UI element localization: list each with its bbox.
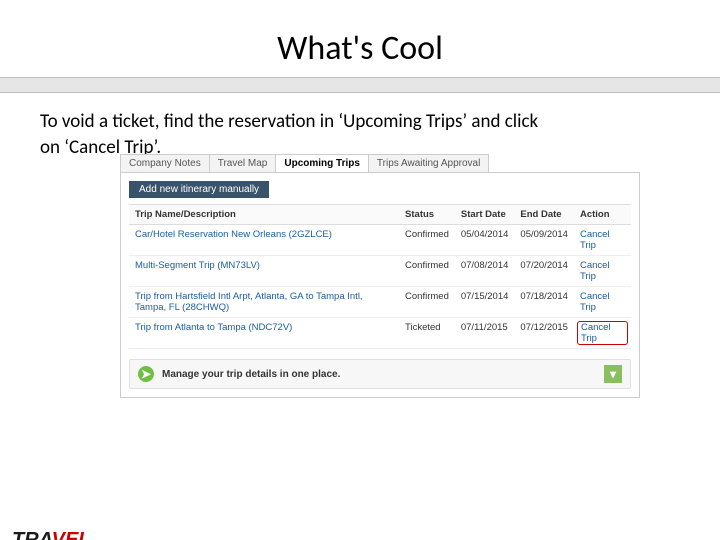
cancel-trip-link[interactable]: Cancel Trip — [574, 256, 631, 287]
info-icon: ➤ — [138, 366, 154, 382]
table-header-row: Trip Name/Description Status Start Date … — [129, 205, 631, 225]
body-text: To void a ticket, find the reservation i… — [40, 109, 680, 160]
trip-status: Confirmed — [399, 256, 455, 287]
col-status: Status — [399, 205, 455, 225]
tab-bar: Company Notes Travel Map Upcoming Trips … — [120, 154, 640, 173]
app-screenshot: Company Notes Travel Map Upcoming Trips … — [120, 154, 640, 398]
trip-name-link[interactable]: Trip from Atlanta to Tampa (NDC72V) — [129, 318, 399, 349]
cancel-trip-link[interactable]: Cancel Trip — [574, 287, 631, 318]
divider — [0, 77, 720, 93]
table-row: Multi-Segment Trip (MN73LV) Confirmed 07… — [129, 256, 631, 287]
tab-panel: Add new itinerary manually Trip Name/Des… — [120, 173, 640, 398]
trip-start: 07/15/2014 — [455, 287, 515, 318]
trip-name-link[interactable]: Car/Hotel Reservation New Orleans (2GZLC… — [129, 225, 399, 256]
trip-end: 07/12/2015 — [514, 318, 574, 349]
add-itinerary-button[interactable]: Add new itinerary manually — [129, 181, 269, 198]
trips-table: Trip Name/Description Status Start Date … — [129, 204, 631, 349]
trip-end: 05/09/2014 — [514, 225, 574, 256]
trip-status: Confirmed — [399, 287, 455, 318]
dropdown-icon[interactable]: ▾ — [604, 365, 622, 383]
tab-awaiting-approval[interactable]: Trips Awaiting Approval — [368, 154, 489, 172]
table-row: Car/Hotel Reservation New Orleans (2GZLC… — [129, 225, 631, 256]
table-row: Trip from Hartsfield Intl Arpt, Atlanta,… — [129, 287, 631, 318]
trip-end: 07/20/2014 — [514, 256, 574, 287]
cancel-trip-link[interactable]: Cancel Trip — [574, 318, 631, 349]
highlight-cancel-trip: Cancel Trip — [577, 321, 628, 345]
logo-text-b: VEL — [52, 529, 91, 540]
tab-upcoming-trips[interactable]: Upcoming Trips — [275, 154, 369, 172]
trip-end: 07/18/2014 — [514, 287, 574, 318]
col-action: Action — [574, 205, 631, 225]
table-row: Trip from Atlanta to Tampa (NDC72V) Tick… — [129, 318, 631, 349]
trip-status: Confirmed — [399, 225, 455, 256]
col-end: End Date — [514, 205, 574, 225]
col-start: Start Date — [455, 205, 515, 225]
col-name: Trip Name/Description — [129, 205, 399, 225]
trip-start: 07/08/2014 — [455, 256, 515, 287]
slide-title: What's Cool — [0, 28, 720, 69]
manage-trip-bar: ➤ Manage your trip details in one place.… — [129, 359, 631, 389]
trip-name-link[interactable]: Multi-Segment Trip (MN73LV) — [129, 256, 399, 287]
brand-logo: TRAVEL INCORPORATED — [12, 529, 91, 540]
tab-travel-map[interactable]: Travel Map — [209, 154, 277, 172]
manage-trip-text: Manage your trip details in one place. — [162, 369, 340, 380]
trip-name-link[interactable]: Trip from Hartsfield Intl Arpt, Atlanta,… — [129, 287, 399, 318]
trip-start: 07/11/2015 — [455, 318, 515, 349]
cancel-trip-link[interactable]: Cancel Trip — [574, 225, 631, 256]
trip-start: 05/04/2014 — [455, 225, 515, 256]
tab-company-notes[interactable]: Company Notes — [120, 154, 210, 172]
logo-text-a: TRA — [12, 529, 52, 540]
trip-status: Ticketed — [399, 318, 455, 349]
